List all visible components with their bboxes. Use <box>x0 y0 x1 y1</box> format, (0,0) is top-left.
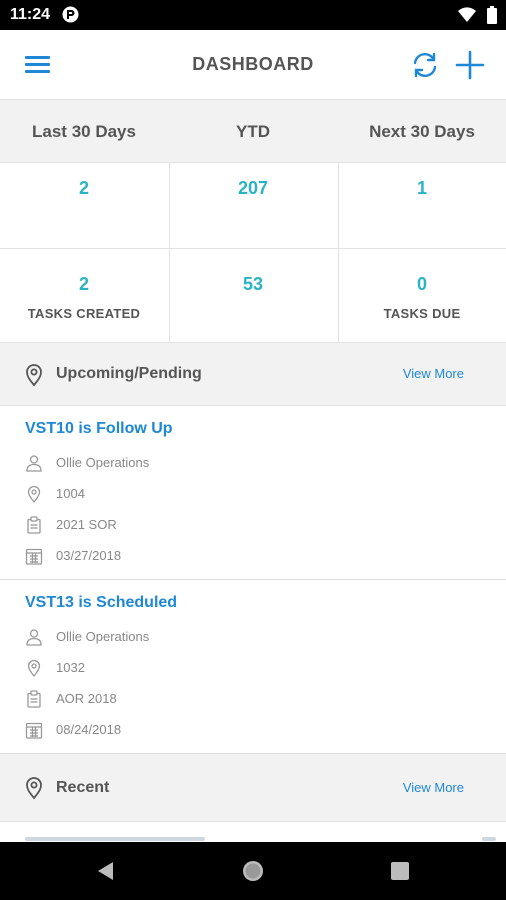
app-notification-icon <box>62 6 79 23</box>
stat-cell-ytd-row1[interactable]: 207 <box>169 163 337 248</box>
tab-ytd[interactable]: YTD <box>169 100 337 163</box>
stat-label: TASKS DUE <box>383 306 461 321</box>
status-bar: 11:24 <box>0 0 506 30</box>
battery-icon <box>487 6 497 24</box>
refresh-icon[interactable] <box>410 50 440 80</box>
stat-value: 2 <box>78 274 89 294</box>
list-item[interactable] <box>0 822 506 842</box>
calendar-icon <box>25 722 43 739</box>
stat-label: TASKS CREATED <box>27 306 141 321</box>
item-title-cropped <box>25 837 205 841</box>
recent-section-header: Recent View More <box>0 754 506 822</box>
stat-cell-tasks-due[interactable]: 0 TASKS DUE <box>338 259 506 344</box>
date-text: 08/24/2018 <box>56 722 122 737</box>
divider <box>0 248 506 249</box>
wifi-icon <box>458 7 476 23</box>
location-pin-icon <box>26 777 42 800</box>
list-item[interactable]: VST13 is Scheduled Ollie Operations 1032… <box>0 580 506 754</box>
person-icon <box>26 455 42 472</box>
tab-next-30-days[interactable]: Next 30 Days <box>338 100 506 163</box>
app-bar: DASHBOARD <box>0 30 506 100</box>
stat-value: 0 <box>416 274 427 294</box>
view-more-link[interactable]: View More <box>403 366 464 381</box>
stat-value: 207 <box>237 178 269 198</box>
section-title: Upcoming/Pending <box>56 365 202 382</box>
item-title[interactable]: VST10 is Follow Up <box>25 420 173 438</box>
system-nav-bar <box>0 842 506 900</box>
location-pin-icon <box>27 485 41 503</box>
back-icon[interactable] <box>93 858 119 884</box>
location-text: 1032 <box>56 660 85 675</box>
stat-value: 1 <box>416 178 427 198</box>
recents-icon[interactable] <box>387 858 413 884</box>
stat-value: 53 <box>242 274 264 294</box>
upcoming-section-header: Upcoming/Pending View More <box>0 343 506 406</box>
period-tabs: Last 30 Days YTD Next 30 Days <box>0 100 506 163</box>
location-pin-icon <box>26 364 42 387</box>
person-icon <box>26 629 42 646</box>
stats-grid: 2 207 1 2 TASKS CREATED 53 0 TASKS DUE <box>0 163 506 343</box>
item-meta-cropped <box>482 837 496 841</box>
location-pin-icon <box>27 659 41 677</box>
location-text: 1004 <box>56 486 85 501</box>
person-text: Ollie Operations <box>56 455 150 470</box>
stat-cell-ytd-row2[interactable]: 53 <box>169 259 337 344</box>
stat-cell-tasks-created[interactable]: 2 TASKS CREATED <box>0 259 168 344</box>
stat-cell-last30-row1[interactable]: 2 <box>0 163 168 248</box>
calendar-icon <box>25 548 43 565</box>
stat-value: 2 <box>78 178 89 198</box>
clipboard-icon <box>27 690 41 708</box>
person-text: Ollie Operations <box>56 629 150 644</box>
view-more-link[interactable]: View More <box>403 780 464 795</box>
item-title[interactable]: VST13 is Scheduled <box>25 594 177 612</box>
stat-cell-next30-row1[interactable]: 1 <box>338 163 506 248</box>
list-item[interactable]: VST10 is Follow Up Ollie Operations 1004… <box>0 406 506 580</box>
project-text: AOR 2018 <box>56 691 117 706</box>
project-text: 2021 SOR <box>56 517 117 532</box>
clipboard-icon <box>27 516 41 534</box>
tab-last-30-days[interactable]: Last 30 Days <box>0 100 168 163</box>
plus-icon[interactable] <box>454 49 486 81</box>
section-title: Recent <box>56 779 110 796</box>
date-text: 03/27/2018 <box>56 548 122 563</box>
status-time: 11:24 <box>10 6 51 23</box>
home-icon[interactable] <box>240 858 266 884</box>
